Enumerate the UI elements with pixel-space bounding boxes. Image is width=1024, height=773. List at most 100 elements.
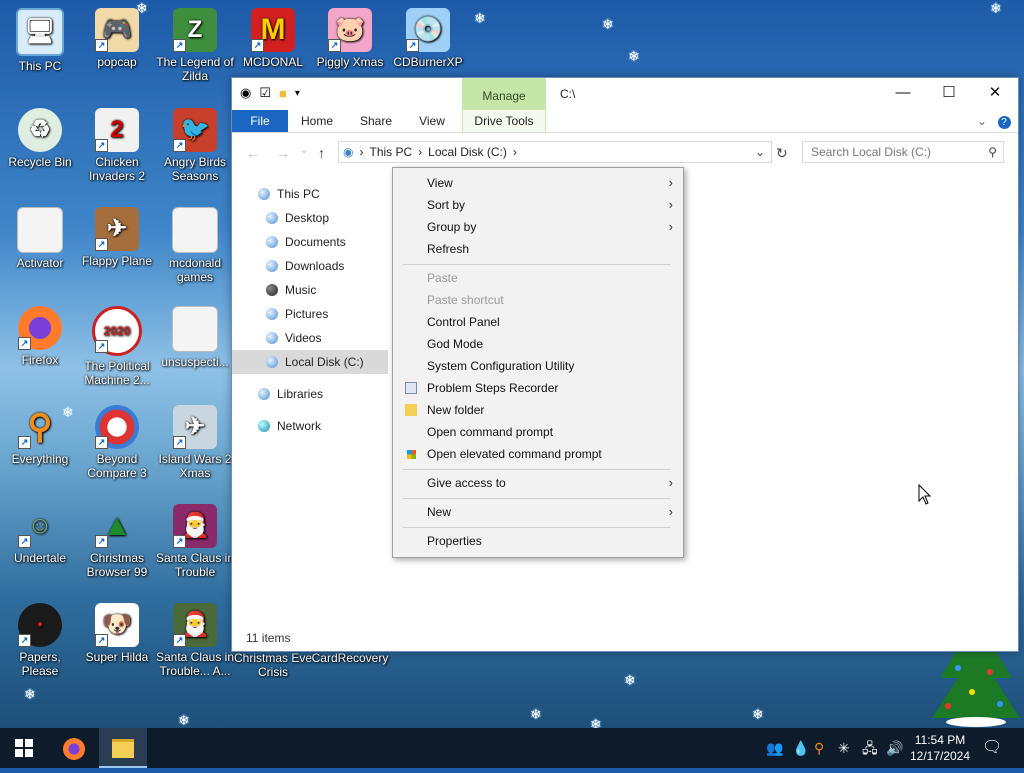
shortcut-arrow-icon: ↗	[173, 535, 186, 548]
nav-item-network[interactable]: Network	[232, 414, 388, 438]
menu-item-new[interactable]: New ›	[393, 501, 683, 523]
nav-item-documents[interactable]: Documents	[232, 230, 388, 254]
breadcrumb-separator-icon[interactable]: ›	[359, 145, 363, 159]
menu-separator	[403, 527, 671, 528]
file-icon	[172, 306, 218, 352]
taskbar-file-explorer-button[interactable]	[99, 728, 147, 768]
properties-icon[interactable]: ☑	[259, 85, 271, 101]
tab-share[interactable]: Share	[352, 110, 400, 132]
menu-item-new-folder[interactable]: New folder	[393, 399, 683, 421]
breadcrumb-separator-icon[interactable]: ›	[418, 145, 422, 159]
menu-item-refresh[interactable]: Refresh	[393, 238, 683, 260]
clock-date: 12/17/2024	[909, 749, 971, 763]
everything-search-icon[interactable]: ⚲	[814, 728, 824, 768]
desktop-icon-mcdonal[interactable]: ↗ M MCDONAL	[233, 8, 313, 69]
desktop-icon-cardrecovery[interactable]: CardRecovery	[310, 651, 390, 665]
notification-center-icon[interactable]: 🗨	[982, 728, 1002, 768]
tab-view[interactable]: View	[410, 110, 454, 132]
snowflake-tray-icon[interactable]: ✳	[838, 728, 850, 768]
menu-item-view[interactable]: View ›	[393, 172, 683, 194]
people-icon[interactable]: 👥	[766, 728, 783, 768]
menu-item-open-command-prompt[interactable]: Open command prompt	[393, 421, 683, 443]
address-bar[interactable]: ◉ › This PC › Local Disk (C:) › ⌄	[338, 141, 772, 163]
desktop-icon-this-pc[interactable]: 🖥 This PC	[0, 8, 80, 73]
menu-item-control-panel[interactable]: Control Panel	[393, 311, 683, 333]
desktop-icon-popcap[interactable]: ↗ 🎮 popcap	[77, 8, 157, 69]
start-button[interactable]	[0, 728, 48, 768]
desktop-icon-santa-claus-in-trouble-again[interactable]: ↗ 🎅 Santa Claus in Trouble... A...	[155, 603, 235, 678]
menu-item-god-mode[interactable]: God Mode	[393, 333, 683, 355]
help-icon[interactable]: ?	[996, 110, 1012, 132]
taskbar-firefox-button[interactable]	[50, 728, 98, 768]
menu-item-sort-by[interactable]: Sort by ›	[393, 194, 683, 216]
super-hilda-icon: ↗ 🐶	[95, 603, 139, 647]
desktop-icon-super-hilda[interactable]: ↗ 🐶 Super Hilda	[77, 603, 157, 664]
tab-drive-tools[interactable]: Drive Tools	[462, 110, 546, 132]
desktop-icon-cdburnerxp[interactable]: ↗ 💿 CDBurnerXP	[388, 8, 468, 69]
system-clock[interactable]: 11:54 PM 12/17/2024	[908, 732, 972, 764]
water-drop-icon[interactable]: 💧	[792, 728, 809, 768]
desktop-icon-christmas-eve-crisis[interactable]: Christmas Eve Crisis	[233, 651, 313, 679]
desktop-icon-legend-of-zilda[interactable]: ↗ Z The Legend of Zilda	[155, 8, 235, 83]
desktop-icon-mcdonald-games[interactable]: mcdonald games	[155, 207, 235, 284]
firefox-icon	[63, 737, 85, 760]
desktop-icon-santa-claus-in-trouble[interactable]: ↗ 🎅 Santa Claus in Trouble	[155, 504, 235, 579]
shortcut-arrow-icon: ↗	[95, 139, 108, 152]
desktop-icon-papers-please[interactable]: ↗ ● Papers, Please	[0, 603, 80, 678]
desktop-icon-chicken-invaders-2[interactable]: ↗ 2 Chicken Invaders 2	[77, 108, 157, 183]
folder-icon[interactable]: ■	[279, 86, 287, 101]
desktop-icon-undertale[interactable]: ↗ ☺ Undertale	[0, 504, 80, 566]
desktop-icon-beyond-compare-3[interactable]: ↗ Beyond Compare 3	[77, 405, 157, 480]
desktop-icon-christmas-browser-99[interactable]: ↗ ▲ Christmas Browser 99	[77, 504, 157, 580]
desktop-icon-everything[interactable]: ↗ ⚲ Everything	[0, 405, 80, 466]
breadcrumb-this-pc[interactable]: This PC	[369, 145, 412, 159]
chevron-down-icon[interactable]: ⌄	[755, 145, 765, 159]
menu-item-properties[interactable]: Properties	[393, 530, 683, 552]
desktop-icon-activator[interactable]: Activator	[0, 207, 80, 270]
manage-contextual-tab[interactable]: Manage	[462, 78, 546, 110]
breadcrumb-local-disk[interactable]: Local Disk (C:)	[428, 145, 507, 159]
desktop-icon-political-machine[interactable]: ↗ 2020 The Political Machine 2...	[77, 306, 157, 387]
tab-file[interactable]: File	[232, 110, 288, 132]
desktop-icon-angry-birds-seasons[interactable]: ↗ 🐦 Angry Birds Seasons	[155, 108, 235, 183]
nav-item-desktop[interactable]: Desktop	[232, 206, 388, 230]
breadcrumb-separator-icon[interactable]: ›	[513, 145, 517, 159]
nav-item-music[interactable]: Music	[232, 278, 388, 302]
up-icon[interactable]: ↑	[318, 145, 325, 161]
chevron-down-icon[interactable]: ▾	[295, 88, 300, 99]
network-icon[interactable]: 🖧	[862, 728, 878, 768]
desktop-icon-unsuspecting[interactable]: unsuspecti...	[155, 306, 235, 369]
menu-item-open-elevated-command-prompt[interactable]: Open elevated command prompt	[393, 443, 683, 465]
menu-item-give-access-to[interactable]: Give access to ›	[393, 472, 683, 494]
tab-home[interactable]: Home	[294, 110, 340, 132]
nav-item-local-disk[interactable]: Local Disk (C:)	[232, 350, 388, 374]
volume-icon[interactable]: 🔊	[886, 728, 903, 768]
snowflake-icon: ❄	[624, 672, 636, 688]
nav-item-downloads[interactable]: Downloads	[232, 254, 388, 278]
desktop-icon-recycle-bin[interactable]: ♻ Recycle Bin	[0, 108, 80, 169]
nav-item-videos[interactable]: Videos	[232, 326, 388, 350]
recent-locations-icon[interactable]: ⌄	[300, 145, 308, 156]
desktop-icon-piggly-xmas[interactable]: ↗ 🐷 Piggly Xmas	[310, 8, 390, 69]
forward-icon[interactable]: →	[276, 145, 290, 161]
desktop-icon-flappy-plane[interactable]: ↗ ✈ Flappy Plane	[77, 207, 157, 268]
maximize-button[interactable]: ☐	[926, 78, 972, 108]
desktop-icon-firefox[interactable]: ↗ Firefox	[0, 306, 80, 367]
minimize-button[interactable]: —	[880, 78, 926, 108]
menu-item-problem-steps-recorder[interactable]: Problem Steps Recorder	[393, 377, 683, 399]
nav-item-this-pc[interactable]: This PC	[232, 182, 388, 206]
nav-item-pictures[interactable]: Pictures	[232, 302, 388, 326]
back-icon[interactable]: ←	[246, 145, 260, 161]
menu-item-group-by[interactable]: Group by ›	[393, 216, 683, 238]
desktop-icon-island-wars-2[interactable]: ↗ ✈ Island Wars 2 Xmas	[155, 405, 235, 480]
search-input[interactable]: Search Local Disk (C:) ⚲	[802, 141, 1004, 163]
refresh-icon[interactable]: ↻	[776, 145, 788, 162]
title-bar[interactable]: ◉ ☑ ■ ▾ Manage C:\ — ☐ ✕	[232, 78, 1018, 110]
recycle-bin-icon: ♻	[18, 108, 62, 152]
snowflake-icon: ❄	[178, 712, 190, 728]
menu-item-system-configuration[interactable]: System Configuration Utility	[393, 355, 683, 377]
close-button[interactable]: ✕	[972, 78, 1018, 108]
shortcut-arrow-icon: ↗	[173, 436, 186, 449]
expand-ribbon-icon[interactable]: ⌄	[974, 110, 990, 132]
nav-item-libraries[interactable]: Libraries	[232, 382, 388, 406]
